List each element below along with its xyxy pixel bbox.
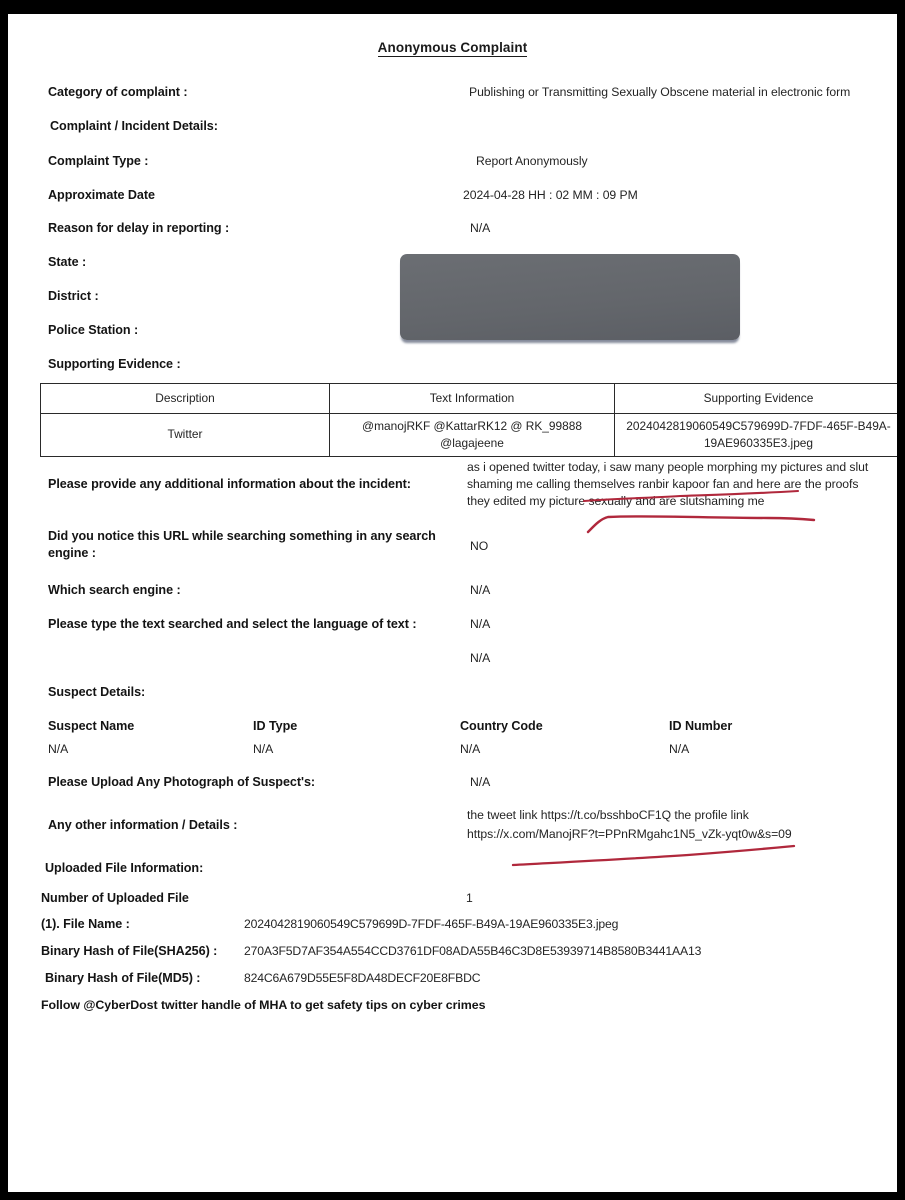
page-title: Anonymous Complaint: [8, 40, 897, 57]
id-number-header: ID Number: [669, 719, 733, 733]
id-number-value: N/A: [669, 742, 690, 756]
suspect-name-header: Suspect Name: [48, 719, 135, 733]
complaint-document: Anonymous Complaint Category of complain…: [8, 14, 897, 1192]
cell-supporting-evidence: 2024042819060549C579699D-7FDF-465F-B49A-…: [614, 413, 897, 457]
id-type-value: N/A: [253, 742, 274, 756]
suspect-photograph-label: Please Upload Any Photograph of Suspect'…: [48, 775, 316, 789]
supporting-evidence-label: Supporting Evidence :: [48, 357, 181, 371]
cell-description: Twitter: [40, 413, 330, 457]
approximate-date-label: Approximate Date: [48, 188, 155, 202]
url-search-value: NO: [470, 539, 489, 553]
supporting-evidence-table: Description Text Information Supporting …: [40, 383, 897, 457]
cell-text-information: @manojRKF @KattarRK12 @ RK_99888 @lagaje…: [329, 413, 615, 457]
any-other-information-line-1: the tweet link https://t.co/bsshboCF1Q t…: [467, 808, 749, 822]
suspect-photograph-value: N/A: [470, 775, 491, 789]
underline-profile-link-annotation: [511, 844, 796, 867]
any-other-information-label: Any other information / Details :: [48, 818, 238, 832]
country-code-header: Country Code: [460, 719, 543, 733]
text-searched-value: N/A: [470, 617, 491, 631]
sha256-value: 270A3F5D7AF354A554CCD3761DF08ADA55B46C3D…: [244, 944, 702, 958]
police-station-label: Police Station :: [48, 323, 139, 337]
file-name-value: 2024042819060549C579699D-7FDF-465F-B49A-…: [244, 917, 619, 931]
underline-slutshaming-line-annotation: [586, 515, 816, 534]
table-row: Twitter @manojRKF @KattarRK12 @ RK_99888…: [40, 413, 897, 457]
any-other-information-line-2: https://x.com/ManojRF?t=PPnRMgahc1N5_vZk…: [467, 827, 792, 841]
column-header-text-information: Text Information: [329, 383, 615, 414]
uploaded-file-information-label: Uploaded File Information:: [45, 861, 204, 875]
md5-label: Binary Hash of File(MD5) :: [45, 971, 201, 985]
country-code-value: N/A: [460, 742, 481, 756]
page-title-text: Anonymous Complaint: [377, 40, 528, 57]
which-search-engine-value: N/A: [470, 583, 491, 597]
suspect-details-section-label: Suspect Details:: [48, 685, 146, 699]
id-type-header: ID Type: [253, 719, 298, 733]
suspect-name-value: N/A: [48, 742, 69, 756]
url-search-question-label: Did you notice this URL while searching …: [48, 529, 436, 560]
column-header-supporting-evidence: Supporting Evidence: [614, 383, 897, 414]
complaint-type-value: Report Anonymously: [476, 154, 588, 168]
approximate-date-value: 2024-04-28 HH : 02 MM : 09 PM: [463, 188, 638, 202]
additional-information-value: as i opened twitter today, i saw many pe…: [467, 460, 869, 508]
file-name-label: (1). File Name :: [41, 917, 130, 931]
table-header-row: Description Text Information Supporting …: [40, 383, 897, 414]
incident-details-section-label: Complaint / Incident Details:: [50, 119, 218, 133]
text-searched-label: Please type the text searched and select…: [48, 617, 417, 631]
document-page: Anonymous Complaint Category of complain…: [8, 14, 897, 1192]
column-header-description: Description: [40, 383, 330, 414]
state-label: State :: [48, 255, 87, 269]
cyberdost-footer-note: Follow @CyberDost twitter handle of MHA …: [41, 998, 486, 1012]
which-search-engine-label: Which search engine :: [48, 583, 181, 597]
additional-information-label: Please provide any additional informatio…: [48, 477, 411, 491]
md5-value: 824C6A679D55E5F8DA48DECF20E8FBDC: [244, 971, 481, 985]
complaint-type-label: Complaint Type :: [48, 154, 149, 168]
category-of-complaint-value: Publishing or Transmitting Sexually Obsc…: [469, 85, 851, 99]
sha256-label: Binary Hash of File(SHA256) :: [41, 944, 218, 958]
number-of-uploaded-file-value: 1: [466, 891, 473, 905]
number-of-uploaded-file-label: Number of Uploaded File: [41, 891, 189, 905]
district-label: District :: [48, 289, 99, 303]
reason-for-delay-value: N/A: [470, 221, 491, 235]
language-of-text-value: N/A: [470, 651, 491, 665]
redaction-block: [400, 254, 740, 340]
reason-for-delay-label: Reason for delay in reporting :: [48, 221, 230, 235]
category-of-complaint-label: Category of complaint :: [48, 85, 188, 99]
